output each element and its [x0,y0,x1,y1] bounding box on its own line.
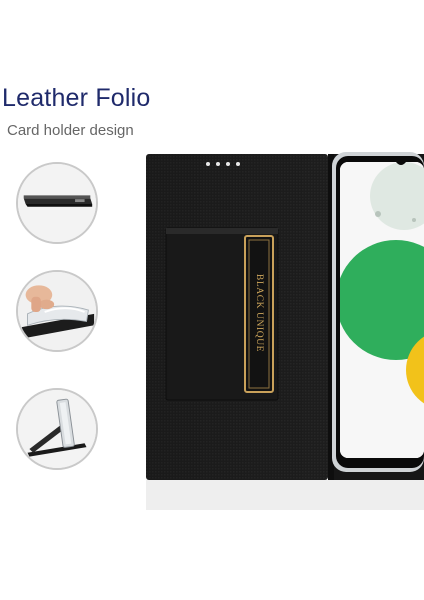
page-title: Leather Folio [2,84,151,112]
brand-label-text: BLACK UNIQUE [254,273,264,353]
folio-case-illustration [146,152,424,510]
feature-case-edge [16,162,98,244]
case-edge-icon [18,164,96,242]
kickstand-icon [18,390,96,468]
feature-flexible-shell [16,270,98,352]
page-subtitle: Card holder design [7,122,134,139]
card-brand-label: BLACK UNIQUE [247,248,271,378]
feature-kickstand [16,388,98,470]
folio-case-product-image [146,150,424,510]
flexible-tpu-icon [18,272,96,350]
